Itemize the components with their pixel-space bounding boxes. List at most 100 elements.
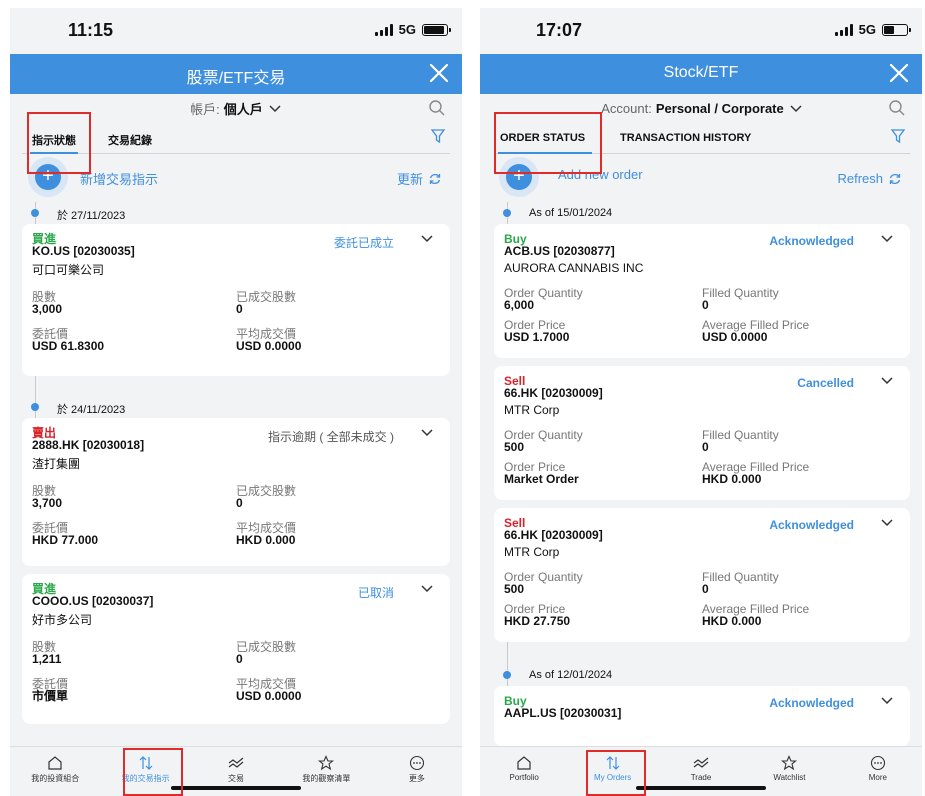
field-value: USD 0.0000	[236, 339, 302, 353]
nav-label: 更多	[408, 774, 425, 783]
refresh-icon	[429, 173, 441, 184]
field-value: 1,211	[32, 652, 62, 666]
more-icon	[409, 755, 424, 771]
order-card[interactable]: 買進 KO.US [02030035] 可口可樂公司 委託已成立 股數 3,000…	[22, 224, 450, 376]
app-header: Stock/ETF	[480, 54, 922, 94]
nav-portfolio[interactable]: Portfolio	[480, 747, 568, 796]
field-value: HKD 0.000	[236, 533, 296, 547]
nav-label: 交易	[228, 774, 245, 783]
nav-more[interactable]: More	[834, 747, 922, 796]
order-status: 已取消	[357, 586, 394, 600]
timeline-dot	[31, 209, 39, 217]
date-group-header: As of 12/01/2024	[494, 664, 910, 686]
chevron-down-icon[interactable]	[420, 584, 434, 594]
order-card[interactable]: 買進 COOO.US [02030037] 好市多公司 已取消 股數 1,211 …	[22, 574, 450, 724]
field-value: 500	[504, 440, 525, 454]
field-value: 0	[236, 302, 243, 316]
add-order-label[interactable]: 新增交易指示	[80, 169, 158, 188]
stock-name: AURORA CANNABIS INC	[504, 261, 644, 275]
refresh-button[interactable]: Refresh	[837, 171, 902, 186]
stock-name: MTR Corp	[504, 545, 560, 559]
battery-icon	[422, 23, 451, 36]
field-label: Filled Quantity	[702, 428, 779, 442]
order-status: Cancelled	[797, 376, 854, 390]
signal-indicators: 5G	[834, 22, 911, 37]
field-value: USD 1.7000	[504, 330, 570, 344]
refresh-button[interactable]: 更新	[397, 169, 442, 188]
chevron-down-icon[interactable]	[420, 234, 434, 244]
account-label: Account:	[601, 100, 652, 116]
clock: 11:15	[68, 20, 114, 40]
order-card[interactable]: Sell 66.HK [02030009] MTR Corp Acknowled…	[494, 508, 910, 642]
date-group-header: 於 24/11/2023	[22, 396, 450, 418]
field-value: HKD 0.000	[702, 614, 762, 628]
group-date: As of 12/01/2024	[529, 669, 613, 681]
field-value: HKD 0.000	[702, 472, 762, 486]
field-label: 股數	[32, 640, 57, 654]
field-label: 已成交股數	[236, 484, 297, 498]
nav-label: More	[868, 773, 887, 782]
search-icon[interactable]	[428, 99, 446, 117]
tab-transaction-history[interactable]: TRANSACTION HISTORY	[620, 132, 751, 144]
account-value: Personal / Corporate	[655, 100, 784, 116]
nav-more[interactable]: 更多	[372, 747, 462, 796]
home-indicator	[636, 786, 766, 790]
chevron-down-icon[interactable]	[420, 428, 434, 438]
order-card[interactable]: Buy AAPL.US [02030031] Acknowledged	[494, 686, 910, 746]
nav-label: Portfolio	[509, 773, 539, 782]
field-value: 500	[504, 582, 525, 596]
nav-portfolio[interactable]: 我的投資組合	[10, 747, 100, 796]
field-value: HKD 27.750	[504, 614, 571, 628]
filter-icon[interactable]	[890, 128, 906, 144]
order-card[interactable]: Sell 66.HK [02030009] MTR Corp Cancelled…	[494, 366, 910, 500]
highlight-box	[123, 748, 183, 796]
nav-label: Watchlist	[773, 773, 806, 782]
field-value: USD 61.8300	[32, 339, 105, 353]
search-icon[interactable]	[888, 99, 906, 117]
signal-icon	[834, 23, 853, 36]
status-bar: 17:07 5G	[480, 8, 922, 54]
close-icon[interactable]	[426, 60, 452, 86]
refresh-label: Refresh	[837, 171, 883, 186]
field-value: HKD 77.000	[32, 533, 99, 547]
star-icon	[318, 755, 335, 771]
home-icon	[517, 756, 531, 770]
field-label: 股數	[32, 484, 57, 498]
field-label: Order Quantity	[504, 428, 583, 442]
highlight-box	[494, 112, 602, 174]
field-value: 0	[702, 582, 709, 596]
close-icon[interactable]	[886, 60, 912, 86]
signal-indicators: 5G	[374, 22, 451, 37]
order-card[interactable]: Buy ACB.US [02030877] AURORA CANNABIS IN…	[494, 224, 910, 358]
field-value: 6,000	[504, 298, 535, 312]
main-content: 帳戶: 個人戶 指示狀態 交易紀錄 + 新增交易指示 更新 於 27/11/20…	[10, 94, 462, 724]
stock-name: 好市多公司	[32, 613, 93, 627]
field-value: 3,700	[32, 496, 63, 510]
field-value: USD 0.0000	[236, 689, 302, 703]
more-icon	[870, 755, 885, 771]
field-value: USD 0.0000	[702, 330, 768, 344]
group-date: 於 27/11/2023	[57, 210, 126, 222]
order-status: Acknowledged	[769, 696, 854, 710]
chevron-down-icon[interactable]	[880, 234, 894, 244]
chevron-down-icon[interactable]	[880, 518, 894, 528]
filter-icon[interactable]	[430, 128, 446, 144]
highlight-box	[586, 750, 646, 796]
field-label: Filled Quantity	[702, 286, 779, 300]
chevron-down-icon[interactable]	[880, 696, 894, 706]
order-card[interactable]: 賣出 2888.HK [02030018] 渣打集團 指示逾期 ( 全部未成交 …	[22, 418, 450, 566]
signal-icon	[374, 23, 393, 36]
date-group-header: 於 27/11/2023	[22, 202, 450, 224]
tab-transaction-history[interactable]: 交易紀錄	[108, 132, 152, 148]
field-value: 市價單	[32, 689, 69, 703]
chevron-down-icon[interactable]	[880, 376, 894, 386]
home-indicator	[171, 786, 301, 790]
account-value: 個人戶	[223, 101, 263, 117]
account-label: 帳戶:	[190, 101, 220, 117]
refresh-label: 更新	[396, 172, 423, 187]
trend-icon	[228, 757, 244, 768]
date-group-header: As of 15/01/2024	[494, 202, 910, 224]
network-type: 5G	[858, 22, 876, 37]
field-value: Market Order	[504, 472, 579, 486]
order-status: Acknowledged	[769, 518, 854, 532]
